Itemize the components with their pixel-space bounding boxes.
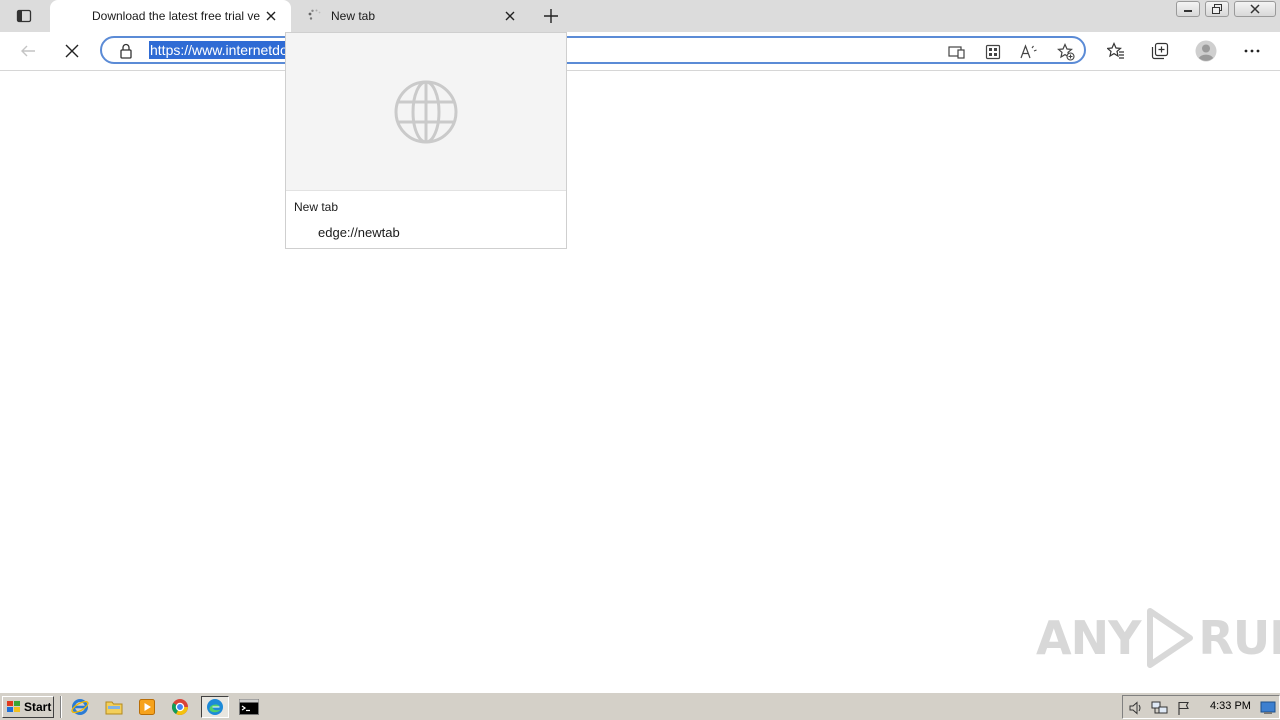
taskbar-edge[interactable]: [201, 696, 229, 718]
close-icon: [1250, 4, 1260, 14]
restore-button[interactable]: [1205, 1, 1229, 17]
loading-spinner-icon: [307, 8, 323, 24]
start-button[interactable]: Start: [2, 696, 54, 718]
app-available-icon[interactable]: [946, 41, 968, 63]
favorites-icon: [1107, 42, 1125, 60]
add-favorite-icon[interactable]: [1055, 41, 1077, 63]
collections-icon: [1151, 42, 1169, 60]
network-icon[interactable]: [1151, 699, 1169, 717]
taskbar-media-player[interactable]: [135, 696, 159, 718]
watermark-right: RUN: [1198, 611, 1280, 665]
taskbar-internet-explorer[interactable]: [68, 696, 92, 718]
window-controls: [1176, 0, 1280, 18]
restore-icon: [1211, 4, 1223, 14]
taskbar-separator: [60, 696, 62, 718]
chrome-icon: [171, 698, 189, 716]
show-desktop-icon[interactable]: [1259, 699, 1277, 717]
tab-strip: Download the latest free trial ve New ta…: [0, 0, 1280, 32]
taskbar-chrome[interactable]: [168, 696, 192, 718]
page-content: [0, 71, 1280, 692]
close-icon: [505, 11, 515, 21]
volume-icon[interactable]: [1127, 699, 1145, 717]
minimize-button[interactable]: [1176, 1, 1200, 17]
windows-logo-icon: [6, 700, 22, 714]
play-logo-icon: [1144, 607, 1194, 669]
action-center-flag-icon[interactable]: [1175, 699, 1193, 717]
start-label: Start: [24, 700, 52, 714]
tab-hover-card: New tab edge://newtab: [285, 32, 567, 249]
profile-button[interactable]: [1192, 37, 1220, 65]
taskbar: Start 4:33 PM: [0, 692, 1280, 720]
internet-explorer-icon: [71, 698, 89, 716]
tab-preview: [286, 33, 566, 191]
command-prompt-icon: [239, 699, 259, 715]
taskbar-cmd[interactable]: [235, 696, 263, 718]
close-icon: [65, 44, 79, 58]
more-horizontal-icon: [1244, 49, 1260, 53]
close-icon: [266, 11, 276, 21]
browser-toolbar: https://www.internetdo: [0, 32, 1280, 71]
edge-icon: [206, 698, 224, 716]
minimize-icon: [1183, 5, 1193, 13]
read-aloud-icon[interactable]: [1018, 41, 1040, 63]
new-tab-button[interactable]: [539, 4, 563, 28]
tab-new-tab[interactable]: New tab: [293, 0, 529, 32]
hover-card-title: New tab: [294, 200, 339, 214]
anyrun-watermark: ANY RUN: [1036, 606, 1280, 670]
system-tray: 4:33 PM: [1122, 695, 1280, 719]
collections-button[interactable]: [1146, 37, 1174, 65]
stop-loading-button[interactable]: [58, 37, 86, 65]
folder-icon: [105, 699, 123, 715]
close-window-button[interactable]: [1234, 1, 1276, 17]
taskbar-clock[interactable]: 4:33 PM: [1210, 700, 1251, 712]
back-button[interactable]: [14, 37, 42, 65]
avatar-icon: [1195, 40, 1217, 62]
globe-icon: [393, 79, 459, 145]
plus-icon: [543, 8, 559, 24]
favorites-button[interactable]: [1102, 37, 1130, 65]
media-player-icon: [138, 698, 156, 716]
extensions-icon[interactable]: [982, 41, 1004, 63]
tab-close-button[interactable]: [502, 8, 518, 24]
tab-actions-button[interactable]: [10, 5, 38, 27]
back-arrow-icon: [20, 43, 36, 59]
settings-more-button[interactable]: [1238, 37, 1266, 65]
tab-close-button[interactable]: [263, 8, 279, 24]
tab-title: Download the latest free trial ve: [92, 9, 260, 23]
tab-title: New tab: [331, 9, 376, 23]
hover-card-url: edge://newtab: [318, 225, 400, 240]
tab-actions-icon: [16, 8, 32, 24]
tab-download[interactable]: Download the latest free trial ve: [50, 0, 291, 32]
lock-icon[interactable]: [119, 43, 133, 59]
watermark-left: ANY: [1036, 611, 1141, 665]
address-bar[interactable]: https://www.internetdo: [100, 36, 1086, 64]
taskbar-explorer[interactable]: [102, 696, 126, 718]
url-text[interactable]: https://www.internetdo: [149, 41, 289, 59]
